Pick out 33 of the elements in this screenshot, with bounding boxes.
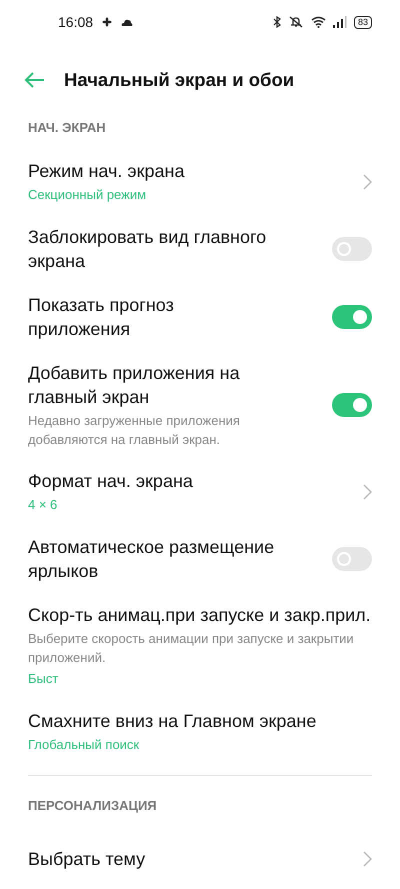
toggle-switch[interactable] [332, 237, 372, 261]
section-label: ПЕРСОНАЛИЗАЦИЯ [28, 797, 158, 815]
setting-value: 4 × 6 [28, 496, 58, 514]
muted-bell-icon [288, 16, 304, 28]
setting-description: Выберите скорость анимации при запуске и закрытии приложений. [28, 630, 355, 667]
setting-description: Недавно загруженные приложения добавляются на главный экран. [28, 412, 241, 449]
setting-title[interactable]: Смахните вниз на Главном экране [28, 709, 372, 733]
bluetooth-icon [272, 16, 281, 28]
toggle-switch[interactable] [332, 547, 372, 571]
setting-title[interactable]: Заблокировать вид главного экрана [28, 225, 278, 273]
setting-title[interactable]: Добавить приложения на главный экран [28, 361, 278, 409]
setting-value: Секционный режим [28, 186, 148, 204]
status-time: 16:08 [58, 14, 94, 30]
toggle-switch[interactable] [332, 305, 372, 329]
setting-title[interactable]: Режим нач. экрана [28, 159, 347, 183]
battery-level: 83 [354, 16, 372, 28]
chevron-right-icon [363, 851, 372, 867]
setting-title[interactable]: Формат нач. экрана [28, 469, 347, 493]
setting-title[interactable]: Показать прогноз приложения [28, 293, 278, 341]
cloud-icon [121, 18, 134, 26]
wifi-icon [310, 16, 326, 28]
setting-value: Быст [28, 670, 60, 688]
signal-icon [332, 16, 347, 28]
page-title: Начальный экран и обои [64, 69, 294, 91]
toggle-switch[interactable] [332, 393, 372, 417]
chevron-right-icon [363, 484, 372, 500]
section-label: НАЧ. ЭКРАН [28, 119, 107, 137]
setting-title[interactable]: Автоматическое размещение ярлыков [28, 535, 278, 583]
setting-title[interactable]: Выбрать тему [28, 847, 347, 871]
setting-value: Глобальный поиск [28, 736, 140, 754]
chevron-right-icon [363, 174, 372, 190]
setting-title[interactable]: Скор-ть анимац.при запуске и закр.прил. [28, 603, 372, 627]
back-button[interactable] [24, 72, 46, 88]
